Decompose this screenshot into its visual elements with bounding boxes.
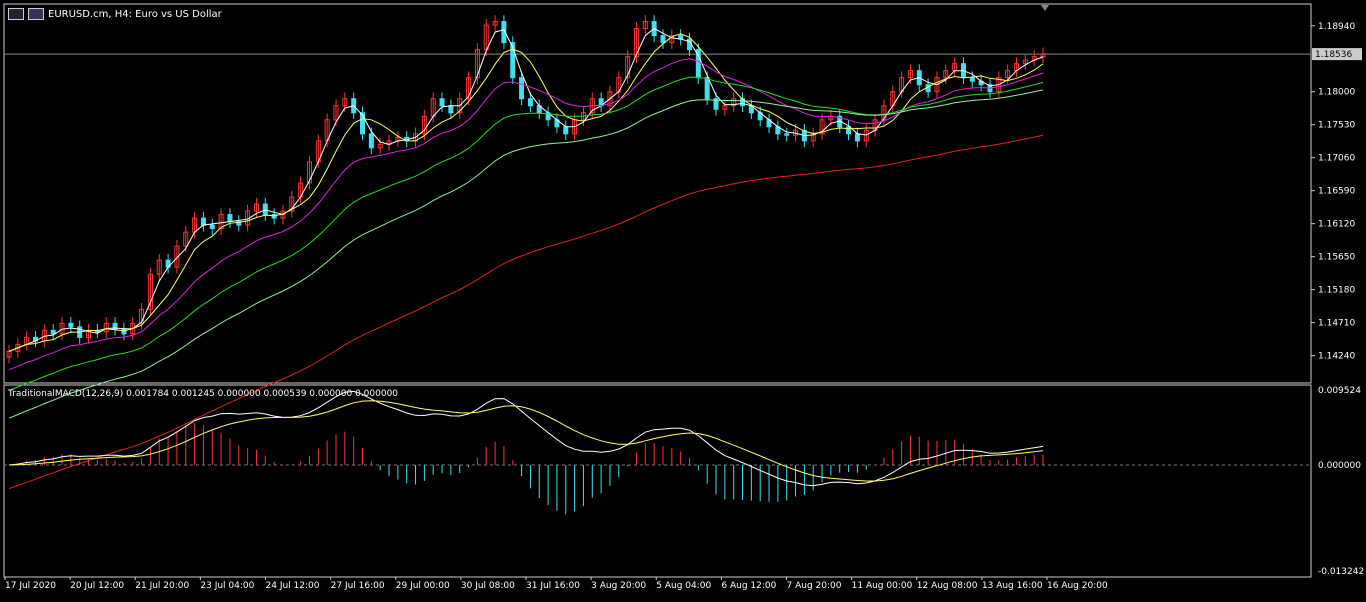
candle-body: [563, 126, 569, 135]
price-tick-label: 1.14710: [1318, 319, 1355, 329]
time-tick-label: 31 Jul 16:00: [526, 581, 580, 591]
candle-body: [209, 224, 215, 230]
candle-body: [854, 133, 860, 142]
chart-title: EURUSD.cm, H4: Euro vs US Dollar: [48, 8, 222, 20]
candle-body: [519, 77, 525, 100]
indicator-panel-border: [3, 384, 1312, 578]
candle-body: [121, 328, 127, 335]
price-tick-label: 1.17060: [1318, 154, 1355, 164]
price-tick-label: 1.15180: [1318, 286, 1355, 296]
current-price-label: 1.18536: [1315, 50, 1352, 60]
time-tick-label: 24 Jul 12:00: [266, 581, 320, 591]
time-tick-label: 30 Jul 08:00: [461, 581, 515, 591]
macd-signal-line: [8, 400, 1044, 482]
macd-axis-label: 0.009524: [1318, 386, 1361, 396]
candle-body: [439, 98, 445, 107]
candle-body: [527, 98, 533, 107]
time-tick-label: 20 Jul 12:00: [70, 581, 124, 591]
chart-canvas[interactable]: 1.18940 1.18000 1.17530 1.17060 1.16590 1.161…: [0, 0, 1366, 598]
main-panel-border: [3, 3, 1312, 384]
time-tick-label: 17 Jul 2020: [5, 581, 56, 591]
time-tick-label: 5 Aug 04:00: [656, 581, 711, 591]
time-tick-label: 13 Aug 16:00: [982, 581, 1043, 591]
time-tick-label: 6 Aug 12:00: [721, 581, 776, 591]
candle-body: [846, 126, 852, 135]
time-tick-label: 27 Jul 16:00: [331, 581, 385, 591]
price-tick-label: 1.18000: [1318, 88, 1355, 98]
candle-body: [200, 217, 206, 226]
candle-body: [227, 214, 233, 223]
macd-axis-label: -0.013242: [1318, 567, 1364, 577]
macd-main-line: [8, 390, 1044, 487]
candle-body: [784, 133, 790, 136]
chart-shift-marker: [1041, 5, 1049, 11]
price-tick-label: 1.16590: [1318, 187, 1355, 197]
macd-axis-label: 0.000000: [1318, 461, 1361, 471]
price-tick-label: 1.14240: [1318, 352, 1355, 362]
candle-body: [704, 77, 710, 100]
ma-white-line: [8, 28, 1044, 352]
ma-magenta-line: [8, 58, 1044, 371]
time-tick-label: 3 Aug 20:00: [591, 581, 646, 591]
candle-body: [68, 322, 74, 328]
window-icon: [8, 8, 24, 20]
candle-body: [969, 77, 975, 82]
price-tick-label: 1.18940: [1318, 22, 1355, 32]
candle-body: [368, 133, 374, 149]
time-tick-label: 29 Jul 00:00: [396, 581, 450, 591]
chart-header: EURUSD.cm, H4: Euro vs US Dollar: [8, 8, 222, 20]
price-tick-label: 1.15650: [1318, 253, 1355, 263]
indicator-label: TraditionalMACD(12,26,9) 0.001784 0.0012…: [8, 389, 399, 399]
price-tick-label: 1.16120: [1318, 220, 1355, 230]
chart-window[interactable]: 1.18940 1.18000 1.17530 1.17060 1.16590 1.161…: [0, 0, 1366, 598]
candle-body: [50, 329, 56, 335]
time-tick-label: 16 Aug 20:00: [1047, 581, 1108, 591]
time-tick-label: 21 Jul 20:00: [135, 581, 189, 591]
time-tick-label: 7 Aug 20:00: [787, 581, 842, 591]
time-tick-label: 23 Jul 04:00: [200, 581, 254, 591]
candle-body: [660, 35, 666, 44]
price-tick-label: 1.17530: [1318, 121, 1355, 131]
candle-body: [262, 203, 268, 216]
candle-body: [448, 105, 454, 114]
ma-green-line: [8, 76, 1044, 391]
time-tick-label: 12 Aug 08:00: [917, 581, 978, 591]
ma-yellow-line: [8, 33, 1044, 352]
symbol-flag-icon: [28, 8, 44, 20]
time-tick-label: 11 Aug 00:00: [852, 581, 913, 591]
